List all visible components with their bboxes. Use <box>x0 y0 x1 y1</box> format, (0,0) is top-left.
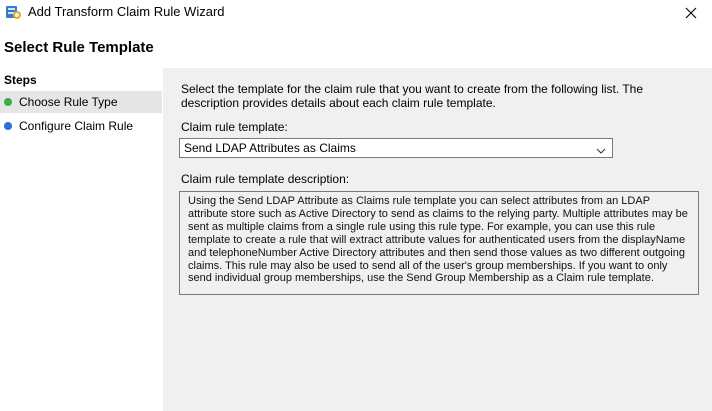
select-value: Send LDAP Attributes as Claims <box>184 141 356 155</box>
step-choose-rule-type[interactable]: Choose Rule Type <box>0 91 162 113</box>
step-status-icon <box>4 98 12 106</box>
steps-sidebar: Steps Choose Rule Type Configure Claim R… <box>0 68 162 411</box>
title-bar: Add Transform Claim Rule Wizard <box>0 0 712 26</box>
step-label: Choose Rule Type <box>19 95 118 109</box>
template-label: Claim rule template: <box>181 120 288 134</box>
step-status-icon <box>4 122 12 130</box>
close-icon <box>685 7 697 19</box>
step-configure-claim-rule[interactable]: Configure Claim Rule <box>0 115 162 137</box>
close-button[interactable] <box>676 0 706 26</box>
main-panel: Select the template for the claim rule t… <box>163 68 712 411</box>
window-title: Add Transform Claim Rule Wizard <box>28 4 225 19</box>
claim-rule-template-select[interactable]: Send LDAP Attributes as Claims <box>179 138 613 158</box>
steps-header: Steps <box>4 73 37 87</box>
description-label: Claim rule template description: <box>181 172 350 186</box>
template-description-box: Using the Send LDAP Attribute as Claims … <box>179 191 699 295</box>
page-title: Select Rule Template <box>4 39 154 56</box>
chevron-down-icon <box>596 144 606 158</box>
wizard-server-icon <box>4 3 22 21</box>
step-label: Configure Claim Rule <box>19 119 134 133</box>
wizard-header: Select Rule Template <box>0 26 712 66</box>
intro-text: Select the template for the claim rule t… <box>181 82 644 110</box>
